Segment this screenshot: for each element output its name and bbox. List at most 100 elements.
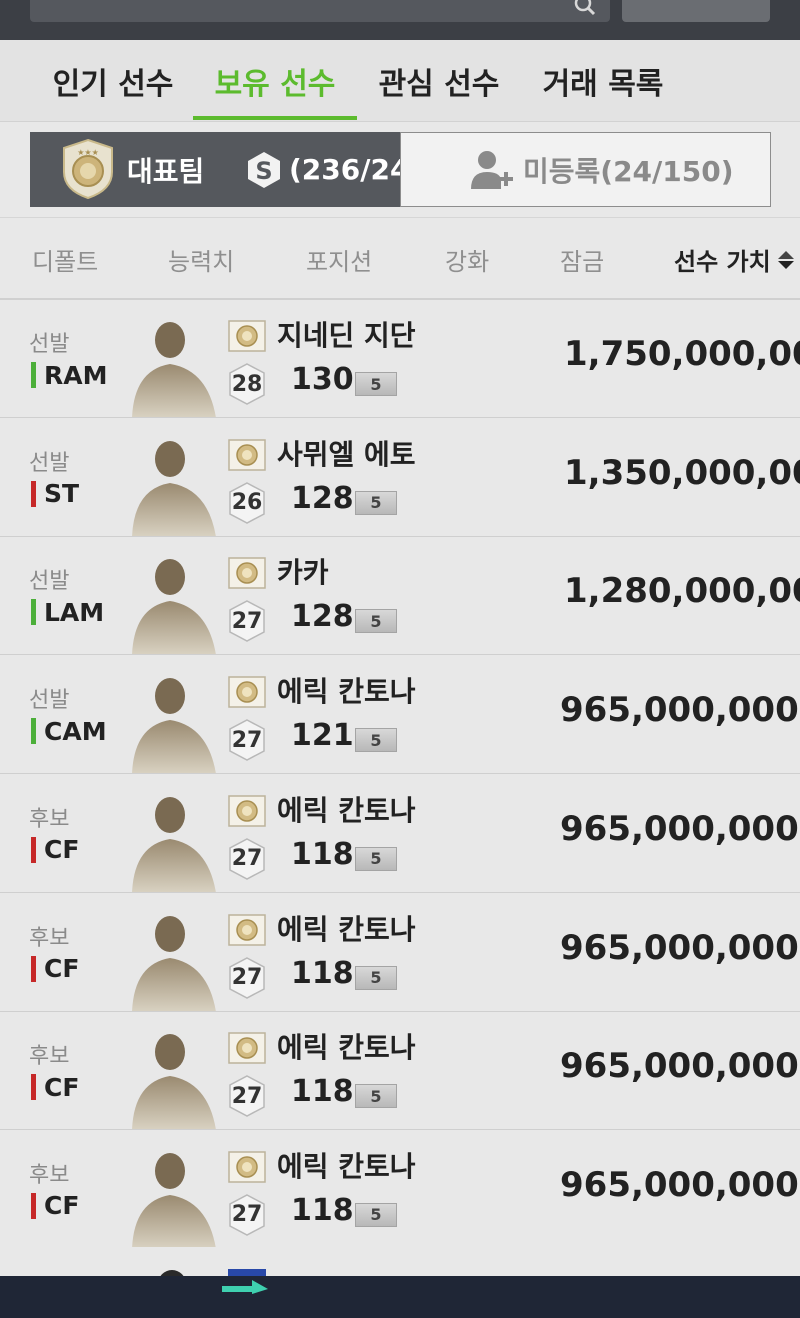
- unregistered-button[interactable]: 미등록(24/150): [400, 132, 771, 207]
- player-value: 965,000,000,000: [560, 1164, 800, 1205]
- player-portrait: [132, 915, 216, 1011]
- position-label: CF: [44, 835, 80, 865]
- position-color-bar: [31, 1074, 36, 1101]
- player-rating: 118: [291, 836, 354, 872]
- enhancement-grade-badge: 5: [355, 609, 397, 634]
- sort-lock[interactable]: 잠금: [560, 218, 604, 300]
- icon-season-icon: [228, 913, 266, 946]
- active-tab-indicator: [193, 116, 357, 120]
- player-role: 선발: [29, 569, 70, 595]
- tab-owned-players[interactable]: 보유 선수: [198, 40, 352, 122]
- search-input[interactable]: [30, 0, 610, 22]
- tab-trade-list[interactable]: 거래 목록: [528, 40, 678, 122]
- player-ovr: 28: [231, 371, 263, 397]
- player-role: 후보: [29, 925, 70, 951]
- player-ovr: 27: [231, 846, 263, 872]
- tab-popular-players[interactable]: 인기 선수: [38, 40, 188, 122]
- player-rating: 128: [291, 599, 354, 635]
- player-value: 1,350,000,000,000: [564, 452, 800, 493]
- sort-arrows-icon[interactable]: [776, 250, 796, 270]
- player-role: 후보: [29, 806, 70, 832]
- arrow-right-icon[interactable]: [222, 1280, 268, 1294]
- player-ovr: 27: [231, 1083, 263, 1109]
- svg-text:★★★: ★★★: [77, 148, 99, 157]
- icon-season-icon: [228, 676, 266, 708]
- player-value: 1,750,000,000,000: [564, 334, 800, 374]
- player-ovr: 27: [231, 965, 263, 990]
- position-color-bar: [31, 599, 36, 626]
- table-row[interactable]: 선발 RAM 지네딘 지단 28 1305 1,750,000,000,000: [0, 300, 800, 418]
- player-value: 965,000,000,000: [560, 1046, 800, 1087]
- search-icon[interactable]: [574, 0, 596, 16]
- player-name: 지네딘 지단: [277, 319, 416, 352]
- player-position: CF: [31, 835, 79, 865]
- player-rating: 118: [291, 955, 354, 991]
- player-role: 후보: [29, 1044, 70, 1070]
- icon-crest-icon: ★★★: [63, 138, 113, 200]
- table-row[interactable]: 선발 ST 사뮈엘 에토 26 1285 1,350,000,000,000: [0, 418, 800, 537]
- sort-ability[interactable]: 능력치: [168, 218, 234, 300]
- enhancement-grade-badge: 5: [355, 965, 397, 990]
- position-label: CF: [44, 954, 80, 983]
- player-position: CF: [31, 1072, 79, 1102]
- player-name: 에릭 칸토나: [277, 1031, 416, 1065]
- enhancement-grade-badge: 5: [355, 490, 397, 515]
- table-row[interactable]: 후보CF에릭 칸토나271185965,000,000,000: [0, 893, 800, 1012]
- search-button[interactable]: [622, 0, 770, 22]
- position-color-bar: [31, 836, 36, 863]
- enhancement-grade-badge: 5: [355, 1202, 397, 1227]
- player-position: CF: [31, 1191, 79, 1221]
- player-rating: 118: [291, 1074, 354, 1110]
- table-row[interactable]: 후보CF에릭 칸토나271185965,000,000,000: [0, 1130, 800, 1249]
- table-row[interactable]: 후보CF에릭 칸토나271185965,000,000,000: [0, 774, 800, 893]
- player-value: 1,280,000,000,000: [564, 571, 800, 612]
- sort-position[interactable]: 포지션: [306, 218, 372, 300]
- player-portrait: [132, 1034, 216, 1130]
- icon-season-icon: [228, 438, 266, 471]
- player-rating: 121: [291, 718, 354, 754]
- icon-season-icon: [228, 1032, 266, 1064]
- player-role: 후보: [29, 1162, 70, 1188]
- position-label: CF: [44, 1191, 80, 1221]
- player-value: 965,000,000,000: [560, 808, 800, 849]
- player-portrait: [132, 559, 216, 655]
- player-position: RAM: [31, 360, 107, 390]
- player-value: 965,000,000,000: [560, 927, 800, 968]
- icon-season-icon: [228, 795, 266, 827]
- sort-player-value[interactable]: 선수 가치: [674, 218, 771, 300]
- player-rating: 128: [291, 480, 354, 516]
- table-row[interactable]: 선발CAM 에릭 칸토나 27 1215 965,000,000,000: [0, 656, 800, 775]
- player-name: 사뮈엘 에토: [277, 437, 416, 471]
- position-label: RAM: [44, 360, 108, 390]
- enhancement-grade-badge: 5: [355, 846, 397, 871]
- icon-season-icon: [228, 1151, 266, 1183]
- sort-default[interactable]: 디폴트: [32, 218, 98, 300]
- table-row[interactable]: 선발LAM 카카 27 1285 1,280,000,000,000: [0, 537, 800, 656]
- position-label: ST: [44, 479, 80, 509]
- squad-s-badge-icon: S: [248, 152, 280, 188]
- position-label: CAM: [44, 716, 107, 746]
- player-value: 965,000,000,000: [560, 690, 800, 731]
- icon-season-icon: [228, 557, 266, 590]
- table-row[interactable]: 후보CF 에릭 칸토나 27 1185 965,000,000,000: [0, 1012, 800, 1131]
- player-rating: 130: [291, 362, 354, 397]
- enhancement-grade-badge: 5: [355, 1084, 397, 1109]
- player-rating: 118: [291, 1192, 354, 1228]
- player-portrait: [132, 440, 216, 536]
- table-row[interactable]: [0, 1247, 800, 1277]
- main-team-button[interactable]: ★★★ 대표팀 S (236/240): [30, 132, 442, 207]
- top-search-bar: [0, 0, 800, 40]
- player-position: LAM: [31, 597, 104, 627]
- icon-season-icon: [228, 320, 266, 352]
- player-ovr: 27: [231, 608, 263, 634]
- sort-enhancement[interactable]: 강화: [445, 218, 489, 300]
- tab-watched-players[interactable]: 관심 선수: [364, 40, 514, 122]
- player-position: ST: [31, 479, 79, 509]
- position-label: CF: [44, 1072, 80, 1102]
- player-position: CF: [31, 954, 79, 984]
- enhancement-grade-badge: 5: [355, 372, 397, 396]
- position-color-bar: [31, 480, 36, 507]
- position-label: LAM: [44, 597, 105, 627]
- position-color-bar: [31, 1192, 36, 1219]
- squad-badge-text: S: [255, 157, 272, 185]
